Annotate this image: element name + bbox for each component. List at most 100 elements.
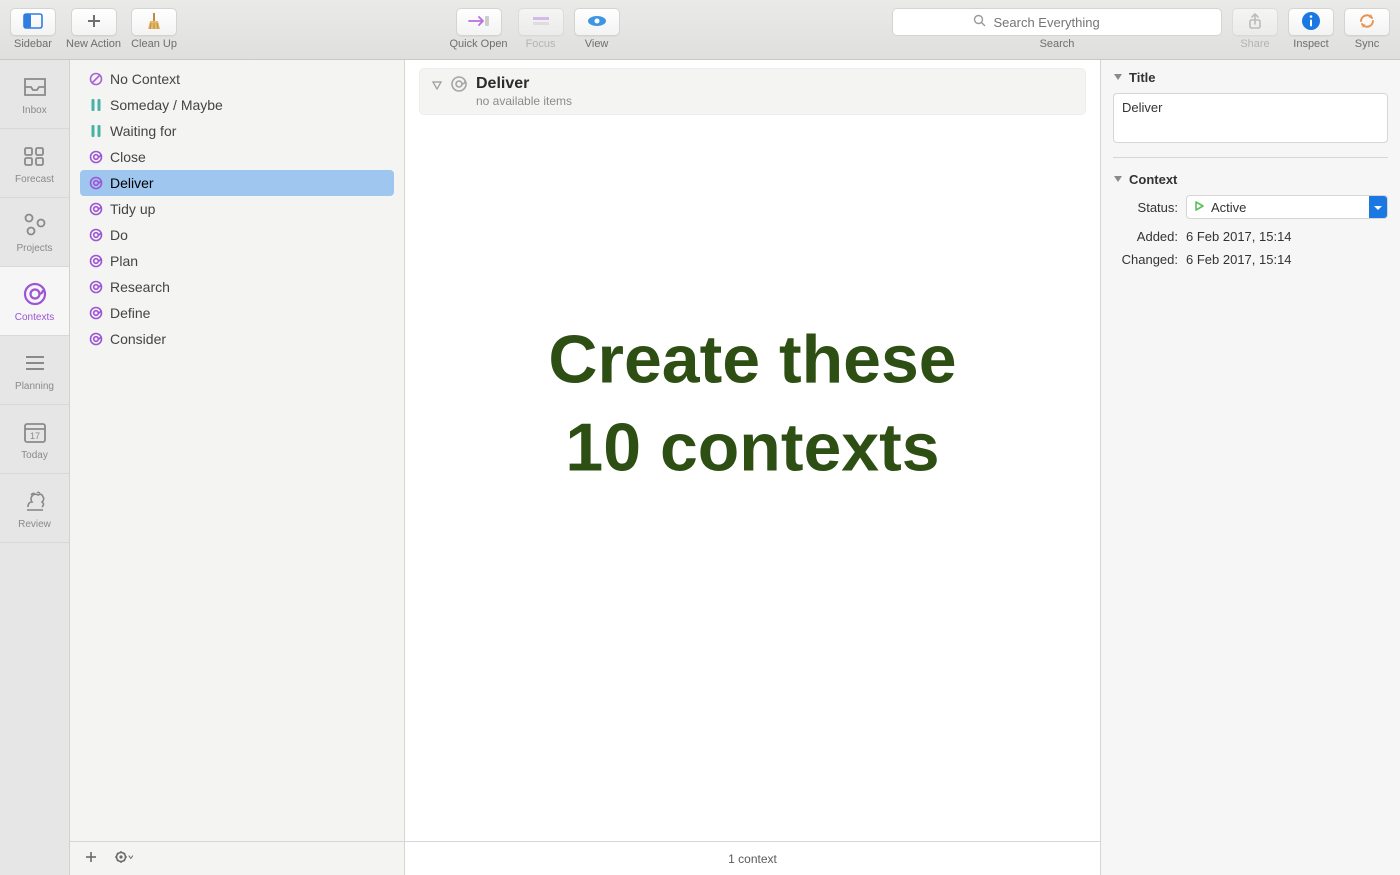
- inspector: Title Deliver Context Status:: [1100, 60, 1400, 875]
- at-icon: [88, 228, 104, 242]
- share-button[interactable]: Share: [1232, 8, 1278, 50]
- quick-open-button[interactable]: Quick Open: [449, 8, 507, 50]
- content-footer: 1 context: [405, 841, 1100, 875]
- paused-icon: [88, 124, 104, 138]
- broom-icon: [145, 12, 163, 33]
- focus-button[interactable]: Focus: [518, 8, 564, 50]
- inspector-context-section: Context Status: Active Added: 6 Feb 2017…: [1113, 172, 1388, 267]
- changed-value: 6 Feb 2017, 15:14: [1186, 252, 1292, 267]
- search-icon: [973, 14, 986, 30]
- contexts-icon: [21, 280, 49, 308]
- changed-label: Changed:: [1113, 252, 1178, 267]
- at-icon: [88, 150, 104, 164]
- review-icon: [21, 487, 49, 515]
- perspective-today[interactable]: 17 Today: [0, 405, 69, 474]
- context-row[interactable]: Close: [80, 144, 394, 170]
- svg-text:17: 17: [29, 431, 39, 441]
- context-row-label: Research: [110, 279, 170, 295]
- perspective-planning[interactable]: Planning: [0, 336, 69, 405]
- play-icon: [1193, 200, 1205, 215]
- inspector-title-label: Title: [1129, 70, 1156, 85]
- focus-icon: [531, 14, 551, 31]
- section-disclosure-icon[interactable]: [1113, 70, 1123, 85]
- perspectives-rail: Inbox Forecast Projects Contexts: [0, 60, 70, 875]
- perspective-inbox[interactable]: Inbox: [0, 60, 69, 129]
- context-header-title: Deliver: [476, 75, 572, 93]
- inbox-icon: [21, 73, 49, 101]
- new-action-button[interactable]: New Action: [66, 8, 121, 50]
- perspective-projects[interactable]: Projects: [0, 198, 69, 267]
- context-row-label: No Context: [110, 71, 180, 87]
- context-row-label: Close: [110, 149, 146, 165]
- context-row[interactable]: No Context: [80, 66, 394, 92]
- added-label: Added:: [1113, 229, 1178, 244]
- at-icon: [88, 306, 104, 320]
- context-row-label: Do: [110, 227, 128, 243]
- context-row-label: Consider: [110, 331, 166, 347]
- context-row[interactable]: Research: [80, 274, 394, 300]
- context-row[interactable]: Do: [80, 222, 394, 248]
- divider: [1113, 157, 1388, 158]
- today-icon: 17: [21, 418, 49, 446]
- at-icon: [450, 75, 468, 96]
- perspective-forecast[interactable]: Forecast: [0, 129, 69, 198]
- search-wrap: Search: [892, 8, 1222, 50]
- share-icon: [1247, 12, 1263, 33]
- context-header-subtitle: no available items: [476, 94, 572, 108]
- info-icon: [1301, 11, 1321, 34]
- context-header[interactable]: Deliver no available items: [419, 68, 1086, 115]
- context-row[interactable]: Tidy up: [80, 196, 394, 222]
- view-button[interactable]: View: [574, 8, 620, 50]
- context-row[interactable]: Define: [80, 300, 394, 326]
- projects-icon: [21, 211, 49, 239]
- clean-up-button[interactable]: Clean Up: [131, 8, 177, 50]
- chevron-down-icon: [1369, 196, 1387, 218]
- search-input[interactable]: [892, 8, 1222, 36]
- status-label: Status:: [1113, 200, 1178, 215]
- context-row[interactable]: Consider: [80, 326, 394, 352]
- context-list-column: No Context Someday / Maybe Waiting for Clos…: [70, 60, 405, 875]
- plus-icon: [86, 13, 102, 32]
- sidebar-icon: [23, 13, 43, 32]
- added-value: 6 Feb 2017, 15:14: [1186, 229, 1292, 244]
- context-row-label: Plan: [110, 253, 138, 269]
- paused-icon: [88, 98, 104, 112]
- eye-icon: [586, 14, 608, 31]
- context-row-label: Someday / Maybe: [110, 97, 223, 113]
- status-select[interactable]: Active: [1186, 195, 1388, 219]
- inspector-title-input[interactable]: Deliver: [1113, 93, 1388, 143]
- context-row-label: Define: [110, 305, 150, 321]
- forecast-icon: [21, 142, 49, 170]
- status-value: Active: [1211, 200, 1246, 215]
- sidebar-button[interactable]: Sidebar: [10, 8, 56, 50]
- at-icon: [88, 176, 104, 190]
- gear-menu-button[interactable]: [114, 850, 134, 867]
- inspector-context-label: Context: [1129, 172, 1177, 187]
- planning-icon: [21, 349, 49, 377]
- inspect-button[interactable]: Inspect: [1288, 8, 1334, 50]
- sync-button[interactable]: Sync: [1344, 8, 1390, 50]
- section-disclosure-icon[interactable]: [1113, 172, 1123, 187]
- toolbar: Sidebar New Action Clean Up: [0, 0, 1400, 60]
- no-context-icon: [88, 72, 104, 86]
- overlay-caption: Create these 10 contexts: [548, 315, 956, 492]
- list-footer: [70, 841, 404, 875]
- context-row[interactable]: Waiting for: [80, 118, 394, 144]
- quick-open-icon: [467, 14, 491, 31]
- context-row-label: Waiting for: [110, 123, 176, 139]
- at-icon: [88, 332, 104, 346]
- context-row-label: Tidy up: [110, 201, 155, 217]
- add-context-button[interactable]: [84, 850, 98, 867]
- context-row[interactable]: Someday / Maybe: [80, 92, 394, 118]
- outline: Deliver no available items Create these …: [405, 60, 1100, 841]
- context-count: 1 context: [728, 852, 777, 866]
- context-row[interactable]: Plan: [80, 248, 394, 274]
- at-icon: [88, 280, 104, 294]
- perspective-contexts[interactable]: Contexts: [0, 267, 69, 336]
- at-icon: [88, 254, 104, 268]
- at-icon: [88, 202, 104, 216]
- disclosure-triangle-icon[interactable]: [432, 78, 442, 93]
- context-row[interactable]: Deliver: [80, 170, 394, 196]
- perspective-review[interactable]: Review: [0, 474, 69, 543]
- content-area: Deliver no available items Create these …: [405, 60, 1100, 875]
